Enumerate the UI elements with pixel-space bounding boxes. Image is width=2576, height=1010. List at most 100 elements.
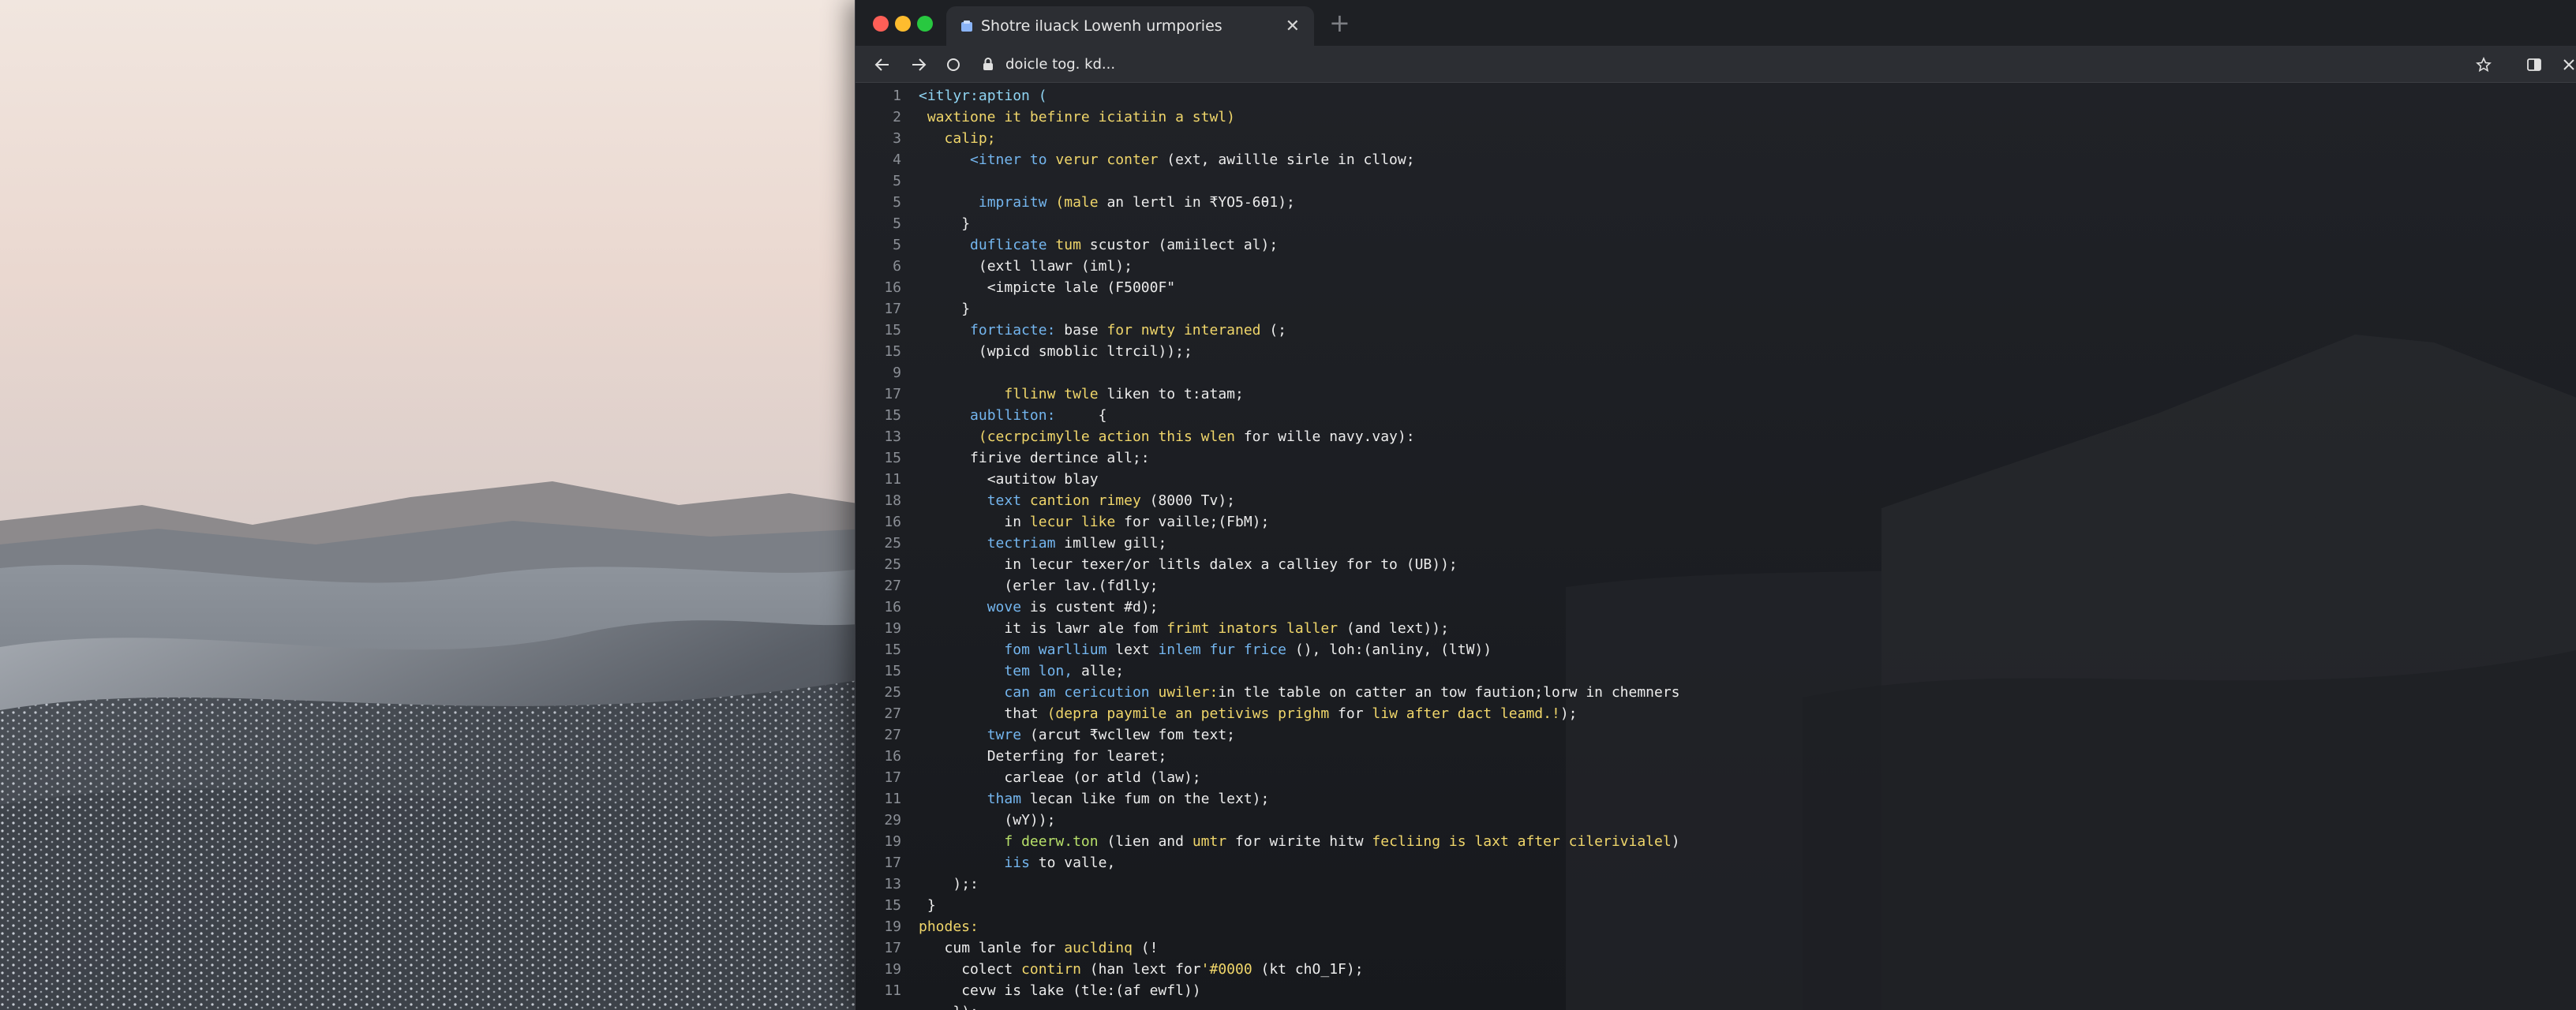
reload-icon[interactable] — [942, 54, 964, 76]
code-text: <autitow blay — [987, 469, 1099, 490]
code-line: 27 that (depra paymile an petiviws prighm… — [856, 703, 2576, 724]
code-token: iis — [1004, 855, 1039, 871]
close-window-button[interactable] — [873, 16, 889, 32]
code-line: 16 <impicte lale (F5000F" — [856, 277, 2576, 298]
code-token: for vaille;(FbM); — [1124, 514, 1270, 530]
code-text: fortiacte: base for nwty interaned (; — [970, 320, 1286, 341]
code-line: 5 impraitw (male an lertl in ₹YO5-6θ1); — [856, 192, 2576, 213]
code-line: 17 carleae (or atld (law); — [856, 767, 2576, 788]
code-line: 16 in lecur like for vaille;(FbM); — [856, 511, 2576, 533]
code-token: ); — [1559, 705, 1578, 722]
code-line: 17} — [856, 298, 2576, 320]
code-line: 27 twre (arcut ₹wcllew fom text; — [856, 724, 2576, 746]
code-text: it is lawr ale fom frimt inators laller … — [1004, 618, 1449, 639]
code-token: tum — [1055, 237, 1090, 253]
code-token: (wY)); — [1004, 812, 1056, 829]
close-icon[interactable] — [2558, 54, 2576, 76]
code-line: 13 (cecrpcimylle action this wlen for wil… — [856, 426, 2576, 447]
code-token: }); — [953, 1004, 979, 1010]
code-text: cum lanle for aucldinq (! — [945, 937, 1159, 959]
forward-icon[interactable] — [908, 54, 930, 76]
code-token: for wille navy.vay): — [1243, 428, 1415, 445]
code-line: 2 waxtione it befinre iciatiin a stwl) — [856, 107, 2576, 128]
code-token: aucldinq — [1064, 940, 1141, 956]
line-number: 5 — [893, 237, 901, 253]
line-number: 19 — [884, 620, 901, 637]
code-token: tem lon, — [1004, 663, 1081, 679]
code-text: aublliton: { — [970, 405, 1106, 426]
code-line: 13);: — [856, 873, 2576, 895]
code-text: <itlyr:aption ( — [919, 85, 1047, 107]
code-line: 11 cevw is lake (tle:(af ewfl)) — [856, 980, 2576, 1001]
code-token: lecan like fum on the lext); — [1029, 791, 1270, 807]
code-text: twre (arcut ₹wcllew fom text; — [987, 724, 1235, 746]
code-line: 19 colect contirn (han lext for'#0000 (kt… — [856, 959, 2576, 980]
code-line: 15 (wpicd smoblic ltrcil));; — [856, 341, 2576, 362]
code-token: <autitow blay — [987, 471, 1099, 488]
code-text: fom warllium lext inlem fur frice (), lo… — [1004, 639, 1492, 660]
code-token: frimt inators laller — [1166, 620, 1346, 637]
code-line: 3 calip; — [856, 128, 2576, 149]
code-token: (lien and — [1106, 833, 1193, 850]
code-token: is custent #d); — [1029, 599, 1159, 615]
code-text: tectriam imllew gill; — [987, 533, 1167, 554]
new-tab-icon[interactable]: + — [1329, 9, 1350, 36]
code-token: firive dertince all;: — [970, 450, 1150, 466]
sidebar-icon[interactable] — [2523, 54, 2545, 76]
code-line: 11 <autitow blay — [856, 469, 2576, 490]
code-text: carleae (or atld (law); — [1004, 767, 1200, 788]
line-number: 15 — [884, 642, 901, 658]
code-text: iis to valle, — [1004, 852, 1115, 873]
zoom-window-button[interactable] — [917, 16, 933, 32]
line-number: 15 — [884, 343, 901, 360]
code-token: liw after dact leamd.! — [1372, 705, 1560, 722]
code-token: (cecrpcimylle action this wlen — [978, 428, 1244, 445]
code-text: firive dertince all;: — [970, 447, 1150, 469]
code-token: (han lext for — [1089, 961, 1201, 978]
code-line: 5} — [856, 213, 2576, 234]
line-number: 3 — [893, 130, 901, 147]
code-token: Deterfing for learet; — [987, 748, 1167, 765]
code-text: wove is custent #d); — [987, 597, 1159, 618]
code-token: imllew gill; — [1064, 535, 1167, 552]
line-number: 17 — [884, 769, 901, 786]
code-token: that — [1004, 705, 1047, 722]
close-icon[interactable]: ✕ — [1286, 17, 1300, 36]
code-line: 25 tectriam imllew gill; — [856, 533, 2576, 554]
code-token: for nwty interaned — [1106, 322, 1270, 339]
line-number: 17 — [884, 855, 901, 871]
line-number: 9 — [893, 365, 901, 381]
code-token: fortiacte: — [970, 322, 1065, 339]
code-token: cevw is lake (tle:(af ewfl)) — [961, 982, 1201, 999]
line-number: 19 — [884, 918, 901, 935]
line-number: 16 — [884, 279, 901, 296]
code-token: phodes: — [919, 918, 979, 935]
code-token: umtr — [1192, 833, 1235, 850]
minimize-window-button[interactable] — [895, 16, 911, 32]
back-icon[interactable] — [871, 54, 893, 76]
code-token: (male — [1055, 194, 1107, 211]
url-text: doicle tog. kd... — [1005, 55, 1116, 73]
address-bar[interactable]: doicle tog. kd... — [975, 50, 2514, 77]
code-text: tem lon, alle; — [1004, 660, 1124, 682]
browser-tab[interactable]: Shotre iluack Lowenh urmpories ✕ — [946, 6, 1314, 46]
code-line: 27 (erler lav.(fdlly; — [856, 575, 2576, 597]
code-text: that (depra paymile an petiviws prighm f… — [1004, 703, 1577, 724]
line-number: 15 — [884, 450, 901, 466]
code-token: fom warllium — [1004, 642, 1116, 658]
code-text: (wY)); — [1004, 810, 1055, 831]
line-number: 1 — [893, 88, 901, 104]
code-text: }); — [953, 1001, 979, 1010]
line-number: 15 — [884, 897, 901, 914]
page-favicon-icon — [961, 21, 972, 32]
code-editor[interactable]: 1 <itlyr:aption (2 waxtione it befinre ici… — [856, 82, 2576, 1010]
line-number: 16 — [884, 514, 901, 530]
code-line: 29 (wY)); — [856, 810, 2576, 831]
code-line: 25 can am cericution uwiler:in tle table … — [856, 682, 2576, 703]
code-text: tham lecan like fum on the lext); — [987, 788, 1270, 810]
code-token: it is lawr ale fom — [1004, 620, 1167, 637]
line-number: 13 — [884, 428, 901, 445]
code-token: } — [961, 301, 971, 317]
bookmark-star-icon[interactable] — [2473, 54, 2495, 76]
code-text: calip; — [945, 128, 996, 149]
